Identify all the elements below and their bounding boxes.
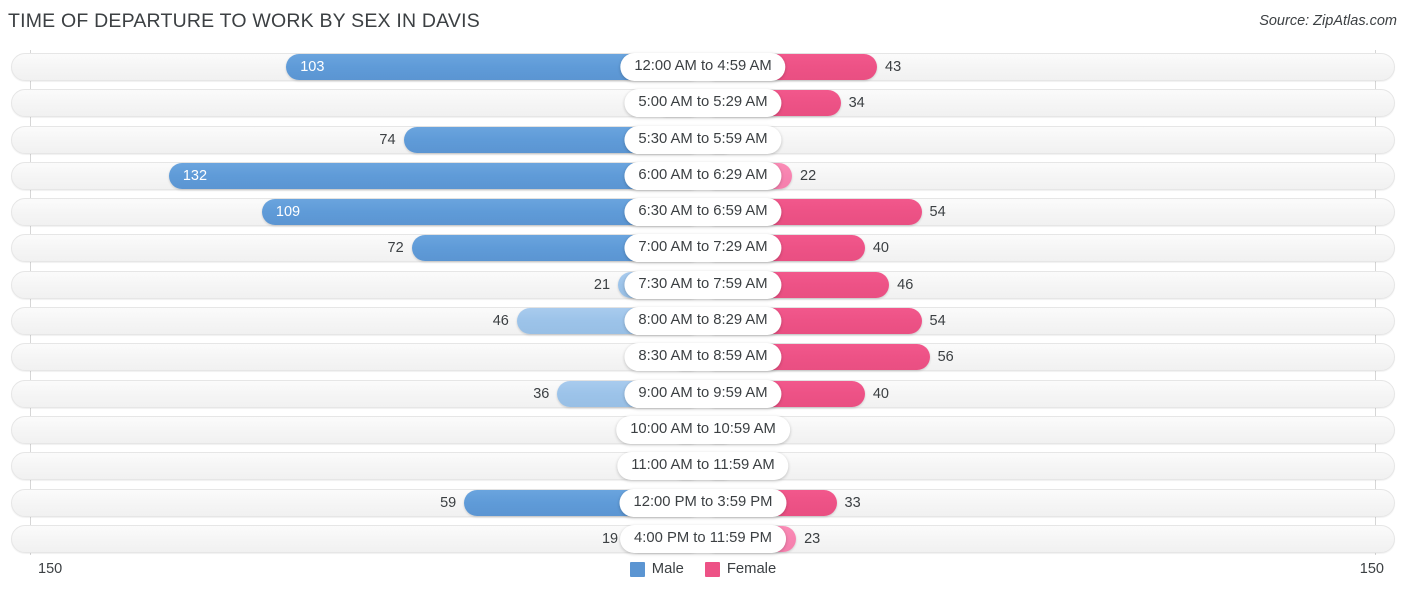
category-label: 5:30 AM to 5:59 AM bbox=[624, 125, 782, 154]
legend-label: Male bbox=[651, 561, 684, 577]
category-label: 7:30 AM to 7:59 AM bbox=[624, 270, 782, 299]
chart-legend: Male Female bbox=[0, 561, 1406, 577]
table-row[interactable]: 0568:30 AM to 8:59 AM bbox=[0, 340, 1406, 376]
male-value-label: 74 bbox=[379, 131, 396, 148]
category-label: 5:00 AM to 5:29 AM bbox=[624, 89, 782, 118]
chart-header: TIME OF DEPARTURE TO WORK BY SEX IN DAVI… bbox=[0, 0, 1406, 46]
table-row[interactable]: 12345:00 AM to 5:29 AM bbox=[0, 86, 1406, 122]
female-value-label: 54 bbox=[929, 313, 946, 330]
table-row[interactable]: 46 54 8:00 AM to 8:29 AM bbox=[0, 304, 1406, 340]
female-value-label: 22 bbox=[800, 167, 817, 184]
male-value-label: 21 bbox=[593, 276, 611, 293]
male-value-label: 19 bbox=[601, 530, 619, 547]
bar-rows: 1034312:00 AM to 4:59 AM12345:00 AM to 5… bbox=[0, 50, 1406, 558]
female-value-label: 34 bbox=[848, 95, 865, 112]
male-value-label: 72 bbox=[387, 240, 404, 257]
legend-swatch-icon bbox=[704, 561, 720, 577]
female-value-label: 23 bbox=[804, 530, 821, 547]
table-row[interactable]: 59 33 12:00 PM to 3:59 PM bbox=[0, 486, 1406, 522]
table-row[interactable]: 103 43 12:00 AM to 4:59 AM bbox=[0, 50, 1406, 86]
table-row[interactable]: 72 40 7:00 AM to 7:29 AM bbox=[0, 231, 1406, 267]
category-label: 12:00 PM to 3:59 PM bbox=[619, 488, 787, 517]
male-value-label: 132 bbox=[182, 167, 208, 184]
female-value-label: 54 bbox=[929, 204, 946, 221]
page-title: TIME OF DEPARTURE TO WORK BY SEX IN DAVI… bbox=[8, 10, 480, 32]
male-value-label: 36 bbox=[533, 385, 550, 402]
male-bar-group bbox=[168, 162, 703, 189]
male-bar[interactable] bbox=[168, 162, 703, 189]
table-row[interactable]: 6810:00 AM to 10:59 AM bbox=[0, 413, 1406, 449]
table-row[interactable]: 19 23 4:00 PM to 11:59 PM bbox=[0, 522, 1406, 558]
male-value-label: 103 bbox=[300, 59, 325, 75]
category-label: 6:00 AM to 6:29 AM bbox=[624, 161, 782, 190]
table-row[interactable]: 132 22 6:00 AM to 6:29 AM bbox=[0, 159, 1406, 195]
category-label: 8:30 AM to 8:59 AM bbox=[624, 343, 782, 372]
female-value-label: 56 bbox=[937, 349, 954, 366]
table-row[interactable]: 36 40 9:00 AM to 9:59 AM bbox=[0, 377, 1406, 413]
female-value-label: 46 bbox=[897, 276, 914, 293]
legend-label: Female bbox=[726, 561, 777, 577]
category-label: 12:00 AM to 4:59 AM bbox=[620, 53, 786, 81]
category-label: 4:00 PM to 11:59 PM bbox=[620, 524, 786, 553]
female-value-label: 43 bbox=[885, 59, 902, 75]
table-row[interactable]: 7475:30 AM to 5:59 AM bbox=[0, 123, 1406, 159]
category-label: 11:00 AM to 11:59 AM bbox=[617, 452, 789, 481]
category-label: 6:30 AM to 6:59 AM bbox=[624, 198, 782, 227]
category-label: 7:00 AM to 7:29 AM bbox=[624, 234, 782, 263]
male-value-label: 109 bbox=[275, 204, 301, 221]
category-label: 8:00 AM to 8:29 AM bbox=[624, 307, 782, 336]
category-label: 9:00 AM to 9:59 AM bbox=[624, 379, 782, 408]
table-row[interactable]: 0011:00 AM to 11:59 AM bbox=[0, 449, 1406, 485]
legend-item-male[interactable]: Male bbox=[629, 561, 684, 577]
table-row[interactable]: 21 46 7:30 AM to 7:59 AM bbox=[0, 268, 1406, 304]
chart-root: TIME OF DEPARTURE TO WORK BY SEX IN DAVI… bbox=[0, 0, 1406, 595]
female-value-label: 40 bbox=[872, 385, 889, 402]
chart-footer: 150 150 Male Female bbox=[0, 556, 1406, 595]
plot-area: 1034312:00 AM to 4:59 AM12345:00 AM to 5… bbox=[0, 50, 1406, 555]
legend-item-female[interactable]: Female bbox=[704, 561, 777, 577]
legend-swatch-icon bbox=[629, 561, 645, 577]
male-value-label: 46 bbox=[492, 313, 509, 330]
category-label: 10:00 AM to 10:59 AM bbox=[616, 415, 790, 444]
female-value-label: 33 bbox=[844, 494, 861, 511]
table-row[interactable]: 109 54 6:30 AM to 6:59 AM bbox=[0, 195, 1406, 231]
male-value-label: 59 bbox=[440, 494, 457, 511]
source-attribution: Source: ZipAtlas.com bbox=[1259, 13, 1397, 29]
female-value-label: 40 bbox=[872, 240, 889, 257]
